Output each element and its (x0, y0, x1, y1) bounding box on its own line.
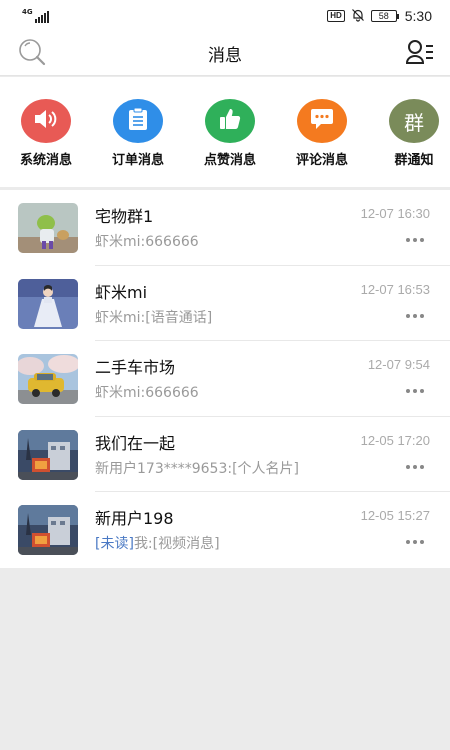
contacts-list-icon (405, 38, 435, 70)
conversation-name: 宅物群1 (95, 207, 154, 226)
conversation-time: 12-07 9:54 (367, 357, 430, 372)
message-category-bar: 系统消息 订单消息 点赞消息 评论消息 群 群通知 (0, 77, 450, 187)
category-group-notice[interactable]: 群 群通知 (382, 99, 446, 187)
signal-indicator: 4G (22, 9, 49, 23)
search-icon (17, 38, 47, 70)
clipboard-icon (127, 107, 149, 135)
conversation-preview: 虾米mi:666666 (95, 231, 199, 251)
battery-tip (396, 13, 399, 19)
app-header: 消息 (0, 32, 450, 76)
clock: 5:30 (404, 8, 432, 24)
signal-bar (46, 11, 49, 23)
category-like-messages[interactable]: 点赞消息 (198, 99, 262, 187)
avatar (18, 505, 78, 555)
avatar (18, 429, 78, 480)
battery-indicator: 58 (370, 10, 399, 22)
more-options-icon[interactable] (406, 313, 424, 318)
group-icon: 群 (404, 110, 424, 135)
page-title: 消息 (208, 46, 242, 66)
conversation-time: 12-05 17:20 (360, 432, 430, 448)
conversation-time: 12-05 15:27 (360, 508, 430, 523)
category-icon-circle: 群 (389, 99, 439, 143)
conversation-row[interactable]: 虾米mi 12-07 16:53 虾米mi:[语音通话] (0, 266, 450, 341)
category-icon-circle (113, 99, 163, 143)
hd-badge: HD (327, 10, 345, 22)
avatar (18, 354, 78, 404)
conversation-name: 新用户198 (95, 509, 174, 528)
category-comment-messages[interactable]: 评论消息 (290, 99, 354, 187)
category-order-messages[interactable]: 订单消息 (106, 99, 170, 187)
conversation-row[interactable]: 宅物群1 12-07 16:30 虾米mi:666666 (0, 190, 450, 266)
conversation-name: 虾米mi (95, 282, 148, 302)
conversation-time: 12-07 16:30 (360, 206, 430, 221)
battery-level: 58 (370, 10, 397, 22)
signal-bar (34, 19, 37, 23)
conversation-preview: 新用户173****9653:[个人名片] (95, 458, 299, 478)
signal-bar (40, 15, 43, 23)
preview-text: 新用户173****9653:[个人名片] (95, 460, 299, 477)
category-label: 系统消息 (19, 153, 72, 168)
search-button[interactable] (16, 38, 48, 70)
preview-text: 虾米mi:[语音通话] (95, 309, 213, 326)
conversation-row[interactable]: 新用户198 12-05 15:27 [未读]我:[视频消息] (0, 492, 450, 568)
category-icon-circle (21, 99, 71, 143)
category-label: 点赞消息 (203, 153, 256, 168)
category-label: 评论消息 (295, 153, 348, 168)
unread-tag: [未读] (95, 536, 134, 552)
category-system-messages[interactable]: 系统消息 (14, 99, 78, 187)
preview-text: 虾米mi:666666 (95, 234, 199, 250)
conversation-row[interactable]: 我们在一起 12-05 17:20 新用户173****9653:[个人名片] (0, 417, 450, 492)
thumbs-up-icon (218, 107, 242, 135)
conversation-preview: 虾米mi:666666 (95, 382, 199, 402)
preview-text: 虾米mi:666666 (95, 385, 199, 401)
conversation-name: 二手车市场 (95, 358, 176, 377)
conversation-time: 12-07 16:53 (360, 281, 430, 297)
contacts-button[interactable] (404, 38, 436, 70)
status-bar: 4G HD 58 5:30 (0, 0, 450, 32)
signal-bar (37, 17, 40, 23)
more-options-icon[interactable] (406, 464, 424, 469)
more-options-icon[interactable] (406, 389, 424, 393)
signal-bar (43, 13, 46, 23)
speaker-icon (33, 108, 59, 134)
chat-bubble-icon (309, 108, 335, 134)
conversation-name: 我们在一起 (95, 433, 176, 453)
conversation-list: 宅物群1 12-07 16:30 虾米mi:666666 虾米mi 12-07 … (0, 190, 450, 568)
avatar (18, 203, 78, 253)
mute-bell-icon (351, 8, 365, 25)
avatar (18, 278, 78, 329)
conversation-preview: 虾米mi:[语音通话] (95, 307, 212, 327)
network-type: 4G (22, 8, 33, 16)
category-label: 群通知 (394, 153, 434, 168)
conversation-preview: [未读]我:[视频消息] (95, 533, 220, 553)
preview-text: 我:[视频消息] (133, 536, 220, 552)
more-options-icon[interactable] (406, 540, 424, 544)
more-options-icon[interactable] (406, 238, 424, 242)
category-icon-circle (297, 99, 347, 143)
conversation-row[interactable]: 二手车市场 12-07 9:54 虾米mi:666666 (0, 341, 450, 417)
category-icon-circle (205, 99, 255, 143)
category-label: 订单消息 (111, 153, 164, 168)
